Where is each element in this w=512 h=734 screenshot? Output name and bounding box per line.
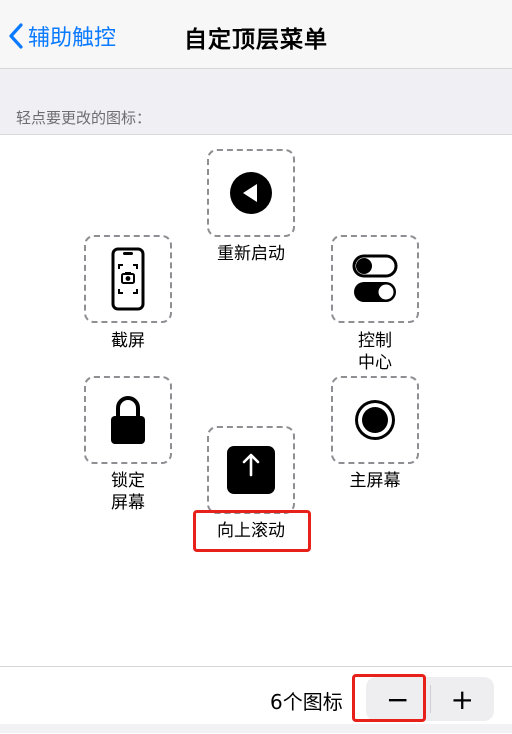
slot-screenshot[interactable] <box>84 235 172 323</box>
icon-grid: 重新启动 截屏 控制 中心 锁定 屏幕 主屏幕 向上滚动 <box>0 135 512 665</box>
label-control-center: 控制 中心 <box>358 331 392 373</box>
home-button-icon <box>355 400 395 440</box>
slot-control-center[interactable] <box>331 235 419 323</box>
slot-scroll-up[interactable] <box>207 426 295 514</box>
footer-bottom-strip <box>0 724 512 733</box>
section-hint: 轻点要更改的图标： <box>16 109 152 127</box>
slot-home[interactable] <box>331 376 419 464</box>
icon-count-label: 6个图标 <box>270 690 343 714</box>
highlight-box-decrement <box>352 674 426 722</box>
label-screenshot: 截屏 <box>111 331 145 351</box>
lock-icon <box>111 396 145 444</box>
scroll-up-icon <box>227 446 275 494</box>
increment-button[interactable]: + <box>431 677 495 721</box>
slot-lock-screen[interactable] <box>84 376 172 464</box>
page-title: 自定顶层菜单 <box>184 27 328 53</box>
slot-restart[interactable] <box>207 149 295 237</box>
navigation-bar: 辅助触控 自定顶层菜单 <box>0 0 512 69</box>
highlight-box-scroll-up <box>193 510 311 552</box>
screenshot-phone-icon <box>111 247 145 311</box>
label-home: 主屏幕 <box>349 471 401 491</box>
label-restart: 重新启动 <box>217 244 285 264</box>
back-triangle-icon <box>230 172 272 214</box>
section-header: 轻点要更改的图标： <box>0 69 512 135</box>
label-lock-screen: 锁定 屏幕 <box>111 471 145 513</box>
toggle-switches-icon <box>352 254 398 302</box>
